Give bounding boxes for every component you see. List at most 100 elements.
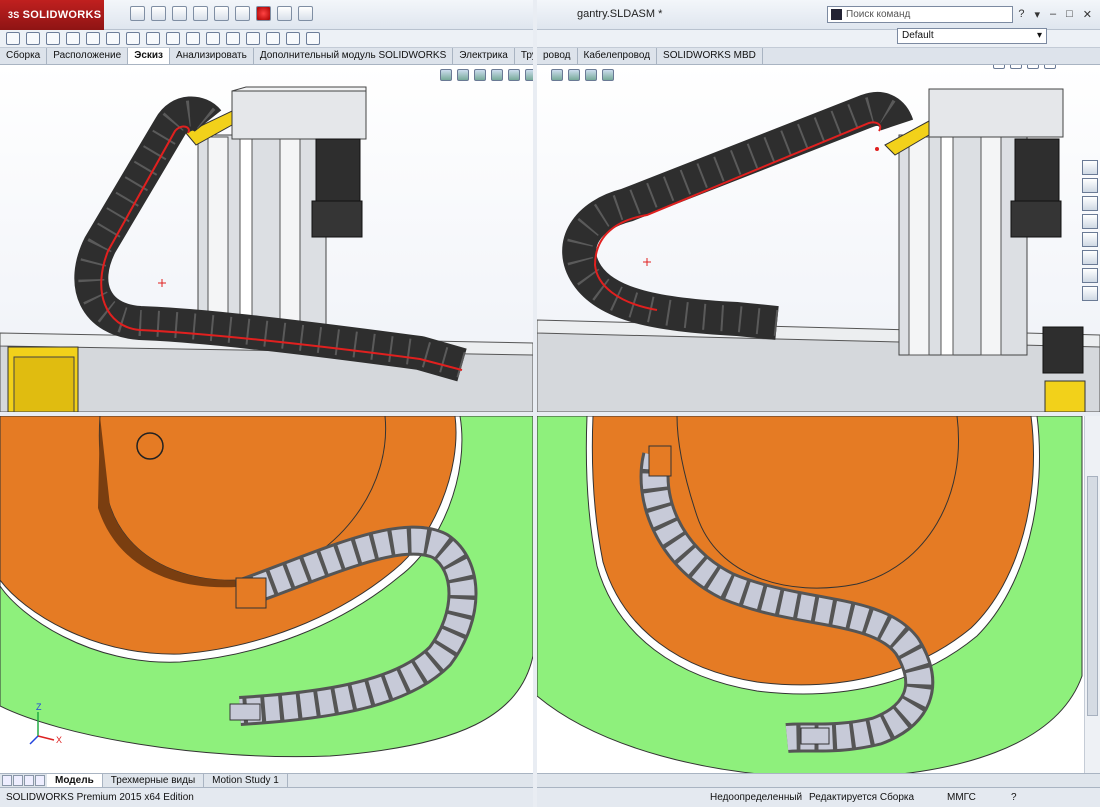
tab-3d-views[interactable]: Трехмерные виды	[103, 774, 205, 787]
sketch-repair-icon[interactable]	[286, 32, 300, 45]
options-icon[interactable]	[298, 6, 313, 21]
sketch-offset-icon[interactable]	[126, 32, 140, 45]
title-bar: gantry.SLDASM * Поиск команд ? ▾ – □ ✕	[537, 0, 1100, 30]
zoom-area-icon[interactable]	[457, 69, 469, 81]
sketch-ellipse-icon[interactable]	[46, 32, 60, 45]
select-cursor-icon[interactable]	[235, 6, 250, 21]
last-tab-arrow[interactable]	[35, 775, 45, 786]
tab-piping[interactable]: Трубопровод	[515, 48, 533, 64]
tab-electrical[interactable]: Электрика	[453, 48, 515, 64]
sketch-arc-icon[interactable]	[86, 32, 100, 45]
close-button[interactable]: ✕	[1083, 8, 1092, 21]
view-palette-icon[interactable]	[1082, 232, 1098, 247]
sketch-block-icon[interactable]	[306, 32, 320, 45]
command-search-field[interactable]: Поиск команд	[827, 6, 1013, 23]
toolbox-icon[interactable]	[1082, 286, 1098, 301]
realview-icon[interactable]	[602, 69, 614, 81]
tab-routing[interactable]: Кабелепровод	[578, 48, 658, 64]
tab-piping-cont[interactable]: ровод	[537, 48, 578, 64]
file-properties-icon[interactable]	[277, 6, 292, 21]
first-tab-arrow[interactable]	[2, 775, 12, 786]
tab-sketch[interactable]: Эскиз	[128, 48, 171, 64]
command-manager-icons	[0, 30, 533, 48]
appearance-sphere-icon[interactable]	[551, 69, 563, 81]
undo-icon[interactable]	[214, 6, 229, 21]
triad-x-label: X	[56, 735, 62, 745]
model-tabs: Модель Трехмерные виды Motion Study 1	[0, 773, 533, 787]
bottom-right-viewport[interactable]: Недоопределенный Редактируется Сборка ММ…	[537, 416, 1100, 807]
save-icon[interactable]	[172, 6, 187, 21]
zoom-to-fit-icon[interactable]	[440, 69, 452, 81]
sketch-fillet-icon[interactable]	[186, 32, 200, 45]
units-indicator[interactable]: ММГС	[947, 788, 976, 807]
bottom-left-viewport[interactable]: Z X Модель Трехмерные виды Motion Study …	[0, 416, 533, 807]
sketch-dimension-icon[interactable]	[266, 32, 280, 45]
terminal-icon	[831, 9, 842, 20]
left-window: 3S SOLIDWORKS Сборка Расположение Эскиз …	[0, 0, 533, 412]
tab-addins[interactable]: Дополнительный модуль SOLIDWORKS	[254, 48, 454, 64]
minimize-button[interactable]: –	[1050, 8, 1056, 21]
tab-assembly[interactable]: Сборка	[0, 48, 48, 64]
next-tab-arrow[interactable]	[24, 775, 34, 786]
right-window: gantry.SLDASM * Поиск команд ? ▾ – □ ✕ D…	[537, 0, 1100, 412]
new-document-icon[interactable]	[130, 6, 145, 21]
pin-icon[interactable]	[993, 65, 1005, 69]
print-icon[interactable]	[193, 6, 208, 21]
home-icon[interactable]	[1082, 160, 1098, 175]
tab-model[interactable]: Модель	[47, 774, 103, 787]
tab-layout[interactable]: Расположение	[47, 48, 129, 64]
sketch-grid-icon[interactable]	[246, 32, 260, 45]
sketch-relation-icon[interactable]	[226, 32, 240, 45]
maximize-button[interactable]: □	[1066, 8, 1073, 21]
edition-text: SOLIDWORKS Premium 2015 x64 Edition	[6, 792, 194, 803]
status-bar-right: Недоопределенный Редактируется Сборка ММ…	[537, 787, 1100, 807]
close-view-icon[interactable]	[1044, 65, 1056, 69]
tab-mbd[interactable]: SOLIDWORKS MBD	[657, 48, 763, 64]
file-explorer-icon[interactable]	[1082, 214, 1098, 229]
view-orientation-icon[interactable]	[491, 69, 503, 81]
rotary-chain-top-view-2	[537, 416, 1100, 807]
prev-tab-arrow[interactable]	[13, 775, 23, 786]
gantry-chain-3d-view-2	[537, 88, 1100, 412]
graphics-area-right[interactable]	[537, 65, 1100, 412]
task-pane	[1082, 160, 1098, 301]
resources-icon[interactable]	[1082, 178, 1098, 193]
view-settings-icon[interactable]	[585, 69, 597, 81]
design-library-icon[interactable]	[1082, 196, 1098, 211]
appearances-icon[interactable]	[1082, 250, 1098, 265]
ribbon-tabs: Сборка Расположение Эскиз Анализировать …	[0, 48, 533, 65]
section-view-icon[interactable]	[474, 69, 486, 81]
tab-evaluate[interactable]: Анализировать	[170, 48, 254, 64]
sketch-line-icon[interactable]	[6, 32, 20, 45]
restore-icon[interactable]	[1010, 65, 1022, 69]
sketch-mirror-icon[interactable]	[106, 32, 120, 45]
quick-access-toolbar: 3S SOLIDWORKS	[0, 0, 533, 30]
sketch-triangle-icon[interactable]	[66, 32, 80, 45]
status-help[interactable]: ?	[1011, 788, 1017, 807]
scene-icon[interactable]	[568, 69, 580, 81]
status-bar: SOLIDWORKS Premium 2015 x64 Edition	[0, 787, 533, 807]
help-dropdown-icon[interactable]: ▾	[1034, 8, 1040, 21]
triad-z-label: Z	[36, 702, 42, 712]
display-style-icon[interactable]	[508, 69, 520, 81]
rotary-chain-top-view: Z X	[0, 416, 533, 807]
sketch-text-icon[interactable]	[146, 32, 160, 45]
graphics-area[interactable]	[0, 65, 533, 412]
custom-properties-icon[interactable]	[1082, 268, 1098, 283]
rebuild-icon[interactable]	[256, 6, 271, 21]
solidworks-logo: 3S SOLIDWORKS	[0, 0, 104, 30]
tab-motion-study[interactable]: Motion Study 1	[204, 774, 288, 787]
sketch-trim-icon[interactable]	[206, 32, 220, 45]
appearance-icon[interactable]	[525, 69, 533, 81]
sketch-pattern-icon[interactable]	[166, 32, 180, 45]
vertical-scrollbar[interactable]	[1084, 416, 1100, 773]
configuration-select[interactable]: Default	[897, 28, 1047, 44]
configuration-bar: Default	[537, 28, 1100, 48]
open-folder-icon[interactable]	[151, 6, 166, 21]
model-tabs-right	[537, 773, 1100, 787]
gantry-chain-3d-view	[0, 86, 533, 412]
help-icon[interactable]: ?	[1018, 8, 1024, 21]
tile-icon[interactable]	[1027, 65, 1039, 69]
sketch-circle-icon[interactable]	[26, 32, 40, 45]
status-underdefined: Недоопределенный	[710, 792, 803, 803]
